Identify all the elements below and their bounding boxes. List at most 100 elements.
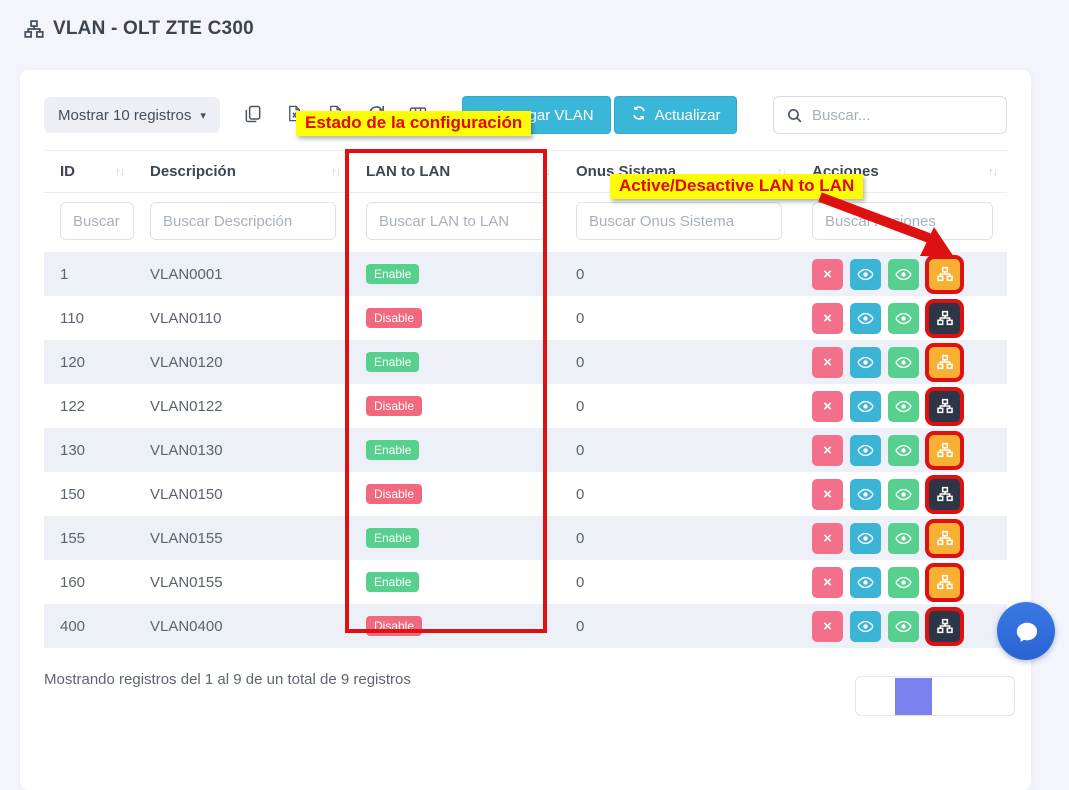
delete-vlan-button[interactable]: × — [812, 435, 843, 466]
delete-vlan-button[interactable]: × — [812, 611, 843, 642]
view-onus-button[interactable] — [888, 259, 919, 290]
eye-icon — [857, 354, 874, 371]
cell-id: 1 — [44, 266, 134, 283]
eye-icon — [895, 618, 912, 635]
delete-vlan-button[interactable]: × — [812, 391, 843, 422]
lan-status-badge: Enable — [366, 352, 419, 372]
view-vlan-button[interactable] — [850, 435, 881, 466]
lan-status-badge: Disable — [366, 616, 422, 636]
delete-vlan-button[interactable]: × — [812, 523, 843, 554]
cell-descripcion: VLAN0155 — [134, 574, 350, 591]
show-entries-dropdown[interactable]: Mostrar 10 registros ▾ — [44, 97, 220, 133]
cell-descripcion: VLAN0150 — [134, 486, 350, 503]
lan-to-lan-toggle-button[interactable] — [929, 347, 960, 378]
eye-icon — [857, 574, 874, 591]
view-vlan-button[interactable] — [850, 303, 881, 334]
view-onus-button[interactable] — [888, 435, 919, 466]
view-onus-button[interactable] — [888, 479, 919, 510]
cell-onus-sistema: 0 — [560, 618, 796, 635]
filter-onus-sistema-input[interactable] — [576, 202, 782, 240]
delete-vlan-button[interactable]: × — [812, 303, 843, 334]
cell-onus-sistema: 0 — [560, 574, 796, 591]
view-vlan-button[interactable] — [850, 611, 881, 642]
sitemap-icon — [937, 574, 953, 590]
lan-to-lan-toggle-button[interactable] — [929, 567, 960, 598]
delete-vlan-button[interactable]: × — [812, 479, 843, 510]
copy-icon — [243, 104, 263, 127]
cell-descripcion: VLAN0001 — [134, 266, 350, 283]
delete-vlan-button[interactable]: × — [812, 567, 843, 598]
view-onus-button[interactable] — [888, 303, 919, 334]
lan-to-lan-toggle-button[interactable] — [929, 391, 960, 422]
annotation-toggle-label: Active/Desactive LAN to LAN — [610, 174, 863, 199]
lan-status-badge: Enable — [366, 528, 419, 548]
view-onus-button[interactable] — [888, 611, 919, 642]
eye-icon — [857, 442, 874, 459]
search-input[interactable] — [812, 107, 994, 124]
cell-onus-sistema: 0 — [560, 266, 796, 283]
actions-cell: × — [796, 479, 1007, 510]
sort-icon: ↑↓ — [331, 166, 340, 178]
cell-descripcion: VLAN0130 — [134, 442, 350, 459]
table-row: 155 VLAN0155 Enable 0 × — [44, 516, 1007, 560]
eye-icon — [895, 530, 912, 547]
eye-icon — [857, 486, 874, 503]
sort-icon: ↑↓ — [988, 166, 997, 178]
lan-status-badge: Enable — [366, 440, 419, 460]
chat-widget-button[interactable] — [997, 602, 1055, 660]
table-row: 160 VLAN0155 Enable 0 × — [44, 560, 1007, 604]
copy-button[interactable] — [232, 98, 274, 132]
filter-acciones-input[interactable] — [812, 202, 993, 240]
cell-descripcion: VLAN0155 — [134, 530, 350, 547]
lan-status-badge: Disable — [366, 484, 422, 504]
column-header-descripcion[interactable]: Descripción ↑↓ — [134, 151, 350, 192]
annotation-config-state-label: Estado de la configuración — [296, 111, 531, 136]
lan-to-lan-toggle-button[interactable] — [929, 611, 960, 642]
eye-icon — [895, 486, 912, 503]
delete-vlan-button[interactable]: × — [812, 347, 843, 378]
view-onus-button[interactable] — [888, 347, 919, 378]
cell-onus-sistema: 0 — [560, 398, 796, 415]
delete-vlan-button[interactable]: × — [812, 259, 843, 290]
search-icon — [786, 107, 803, 124]
refresh-label: Actualizar — [655, 107, 721, 124]
view-vlan-button[interactable] — [850, 259, 881, 290]
view-onus-button[interactable] — [888, 523, 919, 554]
sitemap-icon — [24, 19, 44, 39]
table-row: 110 VLAN0110 Disable 0 × — [44, 296, 1007, 340]
lan-to-lan-toggle-button[interactable] — [929, 479, 960, 510]
lan-to-lan-toggle-button[interactable] — [929, 523, 960, 554]
pagination-active-page[interactable] — [895, 678, 932, 716]
sort-icon: ↑↓ — [115, 166, 124, 178]
lan-status-badge: Enable — [366, 264, 419, 284]
view-onus-button[interactable] — [888, 391, 919, 422]
lan-to-lan-toggle-button[interactable] — [929, 435, 960, 466]
view-vlan-button[interactable] — [850, 567, 881, 598]
table-row: 150 VLAN0150 Disable 0 × — [44, 472, 1007, 516]
refresh-button[interactable]: Actualizar — [614, 96, 738, 134]
cell-descripcion: VLAN0110 — [134, 310, 350, 327]
view-onus-button[interactable] — [888, 567, 919, 598]
chat-bubble-icon — [1011, 616, 1042, 647]
page-header: VLAN - OLT ZTE C300 — [24, 18, 254, 40]
column-header-lan-to-lan[interactable]: LAN to LAN ↑↓ — [350, 151, 560, 192]
eye-icon — [895, 398, 912, 415]
cell-onus-sistema: 0 — [560, 310, 796, 327]
pagination[interactable] — [855, 676, 1015, 716]
view-vlan-button[interactable] — [850, 479, 881, 510]
lan-to-lan-toggle-button[interactable] — [929, 303, 960, 334]
lan-to-lan-toggle-button[interactable] — [929, 259, 960, 290]
filter-lan-to-lan-input[interactable] — [366, 202, 546, 240]
cell-onus-sistema: 0 — [560, 486, 796, 503]
view-vlan-button[interactable] — [850, 391, 881, 422]
actions-cell: × — [796, 259, 1007, 290]
actions-cell: × — [796, 611, 1007, 642]
cell-id: 150 — [44, 486, 134, 503]
filter-descripcion-input[interactable] — [150, 202, 336, 240]
view-vlan-button[interactable] — [850, 523, 881, 554]
filter-id-input[interactable] — [60, 202, 134, 240]
view-vlan-button[interactable] — [850, 347, 881, 378]
actions-cell: × — [796, 567, 1007, 598]
column-header-id[interactable]: ID ↑↓ — [44, 151, 134, 192]
cell-id: 155 — [44, 530, 134, 547]
